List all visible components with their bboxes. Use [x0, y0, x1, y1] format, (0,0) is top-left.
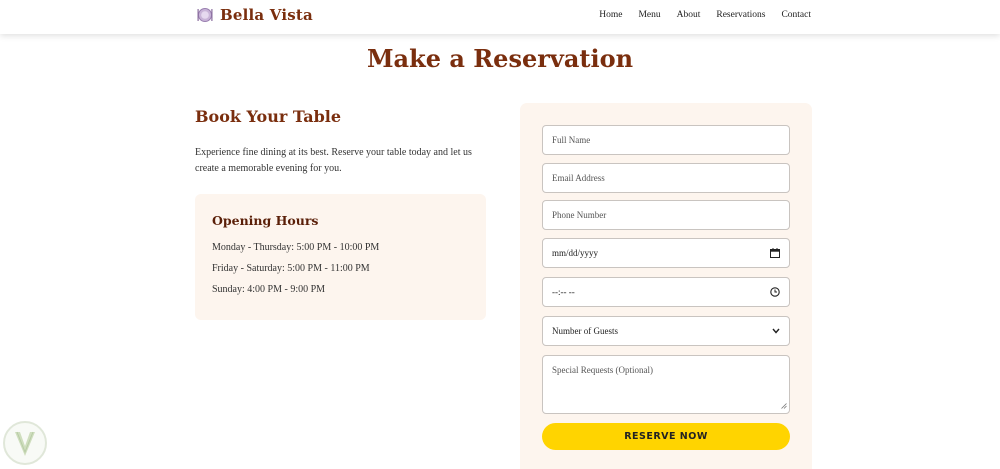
- chevron-down-icon: [772, 328, 780, 334]
- opening-hours-card: Opening Hours Monday - Thursday: 5:00 PM…: [195, 194, 486, 320]
- guests-selected-value: Number of Guests: [552, 326, 618, 336]
- opening-hours-title: Opening Hours: [212, 213, 319, 228]
- intro-description: Experience fine dining at its best. Rese…: [195, 147, 472, 174]
- nav-reservations[interactable]: Reservations: [716, 10, 765, 20]
- special-requests-field[interactable]: Special Requests (Optional): [542, 355, 790, 414]
- main-nav: Home Menu About Reservations Contact: [599, 10, 811, 20]
- nav-menu[interactable]: Menu: [638, 10, 660, 20]
- watermark-logo: [2, 420, 48, 466]
- time-field[interactable]: --:-- --: [542, 277, 790, 307]
- email-placeholder: Email Address: [552, 173, 605, 183]
- phone-placeholder: Phone Number: [552, 210, 607, 220]
- reservation-form: Full Name Email Address Phone Number mm/…: [520, 103, 812, 469]
- email-field[interactable]: Email Address: [542, 163, 790, 193]
- brand[interactable]: Bella Vista: [197, 6, 313, 24]
- calendar-icon[interactable]: [770, 248, 780, 258]
- phone-field[interactable]: Phone Number: [542, 200, 790, 230]
- page-title: Make a Reservation: [366, 44, 634, 73]
- full-name-placeholder: Full Name: [552, 135, 591, 145]
- nav-contact[interactable]: Contact: [781, 10, 811, 20]
- nav-home[interactable]: Home: [599, 10, 622, 20]
- guests-select[interactable]: Number of Guests: [542, 316, 790, 346]
- date-value: mm/dd/yyyy: [552, 248, 599, 258]
- plate-cutlery-icon: [197, 7, 213, 23]
- site-header: Bella Vista Home Menu About Reservations…: [0, 0, 1000, 34]
- special-requests-placeholder: Special Requests (Optional): [552, 365, 653, 375]
- resize-grip-icon[interactable]: [781, 401, 787, 411]
- reserve-now-button[interactable]: RESERVE NOW: [542, 423, 790, 450]
- nav-about[interactable]: About: [677, 10, 701, 20]
- book-table-heading: Book Your Table: [195, 107, 342, 126]
- clock-icon[interactable]: [770, 287, 780, 297]
- full-name-field[interactable]: Full Name: [542, 125, 790, 155]
- hours-line-weekdays: Monday - Thursday: 5:00 PM - 10:00 PM: [212, 242, 380, 253]
- hours-line-sunday: Sunday: 4:00 PM - 9:00 PM: [212, 284, 326, 295]
- date-field[interactable]: mm/dd/yyyy: [542, 238, 790, 268]
- brand-name: Bella Vista: [220, 6, 313, 24]
- time-value: --:-- --: [552, 287, 575, 297]
- hours-line-weekend: Friday - Saturday: 5:00 PM - 11:00 PM: [212, 263, 370, 274]
